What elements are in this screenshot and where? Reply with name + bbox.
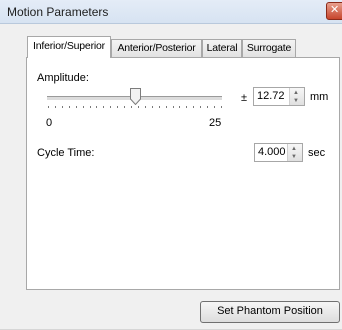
slider-tick xyxy=(145,106,146,108)
slider-tick xyxy=(166,106,167,108)
tab-label: Lateral xyxy=(206,42,238,54)
cycle-time-unit: sec xyxy=(308,147,326,159)
spin-down-icon[interactable]: ▼ xyxy=(291,154,297,160)
slider-tick xyxy=(96,106,97,108)
amplitude-unit: mm xyxy=(310,91,329,103)
cycle-time-spin-buttons[interactable]: ▲ ▼ xyxy=(287,144,302,161)
tab-inferior-superior[interactable]: Inferior/Superior xyxy=(27,36,111,58)
amplitude-spin-buttons[interactable]: ▲ ▼ xyxy=(289,88,304,105)
amplitude-slider-ticks xyxy=(48,106,222,110)
amplitude-value: 12.72 xyxy=(257,90,285,102)
amplitude-label: Amplitude: xyxy=(37,72,89,84)
close-icon[interactable] xyxy=(326,2,342,20)
slider-tick xyxy=(200,106,201,108)
spin-up-icon[interactable]: ▲ xyxy=(291,146,297,152)
slider-tick xyxy=(124,106,125,108)
slider-min-label: 0 xyxy=(46,117,53,129)
amplitude-slider-thumb[interactable] xyxy=(130,88,141,105)
slider-tick xyxy=(117,106,118,108)
cycle-time-value: 4.000 xyxy=(258,146,286,158)
set-phantom-position-button[interactable]: Set Phantom Position xyxy=(200,301,340,323)
tab-label: Inferior/Superior xyxy=(33,40,105,52)
button-label: Set Phantom Position xyxy=(217,305,323,317)
slider-max-label: 25 xyxy=(209,117,222,129)
slider-tick xyxy=(221,106,222,108)
tab-surrogate[interactable]: Surrogate xyxy=(242,39,296,57)
slider-tick xyxy=(48,106,49,108)
slider-tick xyxy=(193,106,194,108)
slider-tick xyxy=(152,106,153,108)
slider-tick xyxy=(214,106,215,108)
slider-tick xyxy=(131,106,132,108)
slider-tick xyxy=(55,106,56,108)
amplitude-spinbox[interactable]: 12.72 ▲ ▼ xyxy=(253,87,305,106)
slider-tick xyxy=(90,106,91,108)
slider-tick xyxy=(103,106,104,108)
cycle-time-label: Cycle Time: xyxy=(37,147,95,159)
tab-label: Surrogate xyxy=(246,42,292,54)
slider-tick xyxy=(138,106,139,108)
window-title: Motion Parameters xyxy=(7,5,109,19)
slider-tick xyxy=(69,106,70,108)
slider-tick xyxy=(179,106,180,108)
spin-down-icon[interactable]: ▼ xyxy=(293,98,299,104)
tab-anterior-posterior[interactable]: Anterior/Posterior xyxy=(111,39,202,57)
slider-tick xyxy=(62,106,63,108)
slider-tick xyxy=(110,106,111,108)
spin-up-icon[interactable]: ▲ xyxy=(293,90,299,96)
tab-label: Anterior/Posterior xyxy=(117,42,196,54)
slider-tick xyxy=(159,106,160,108)
cycle-time-spinbox[interactable]: 4.000 ▲ ▼ xyxy=(254,143,303,162)
plus-minus-sign: ± xyxy=(241,92,248,104)
slider-tick xyxy=(186,106,187,108)
tab-lateral[interactable]: Lateral xyxy=(202,39,242,57)
slider-tick xyxy=(207,106,208,108)
title-bar: Motion Parameters xyxy=(0,0,342,24)
slider-tick xyxy=(173,106,174,108)
slider-tick xyxy=(76,106,77,108)
motion-parameters-window: Motion Parameters Inferior/Superior Ante… xyxy=(0,0,342,330)
slider-tick xyxy=(83,106,84,108)
